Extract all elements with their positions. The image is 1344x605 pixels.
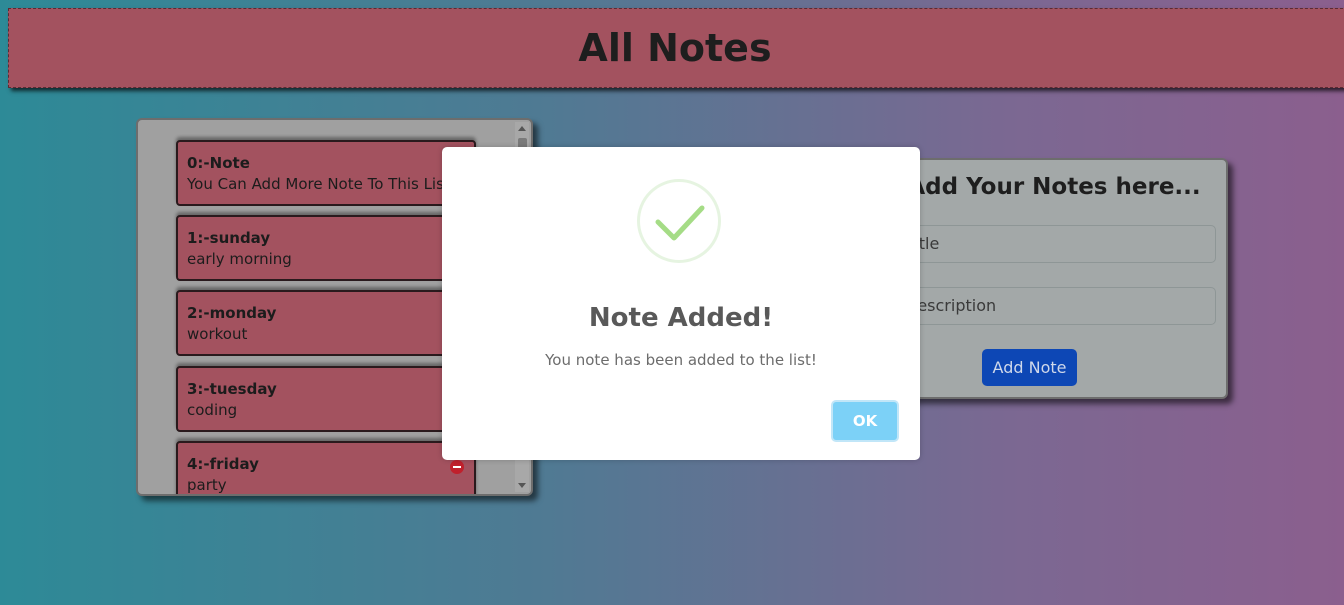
ok-button[interactable]: OK bbox=[831, 400, 899, 442]
checkmark-icon bbox=[637, 179, 721, 263]
app: All Notes 0:-Note You Can Add More Note … bbox=[0, 0, 1344, 605]
dialog-title: Note Added! bbox=[588, 303, 774, 333]
dialog-message: You note has been added to the list! bbox=[545, 351, 817, 369]
note-added-dialog: Note Added! You note has been added to t… bbox=[442, 147, 920, 460]
